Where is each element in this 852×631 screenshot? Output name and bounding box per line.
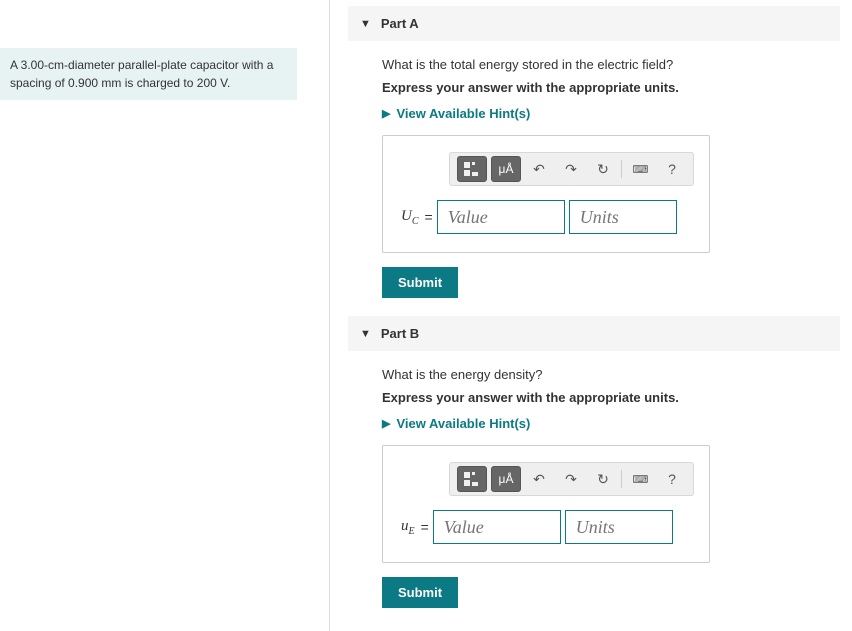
separator <box>621 160 622 178</box>
main-column: ▼ Part A What is the total energy stored… <box>330 0 852 631</box>
part-a-answer-box: μÅ ↶ ↷ ↻ ⌨ ? UC = <box>382 135 710 253</box>
template-picker-button[interactable] <box>457 156 487 182</box>
undo-button[interactable]: ↶ <box>525 156 553 182</box>
part-a-body: What is the total energy stored in the e… <box>348 57 840 316</box>
part-a-entry-row: UC = <box>401 200 691 234</box>
keyboard-button[interactable]: ⌨ <box>626 466 654 492</box>
separator <box>621 470 622 488</box>
equals-sign: = <box>421 519 429 535</box>
part-b-answer-box: μÅ ↶ ↷ ↻ ⌨ ? uE = <box>382 445 710 563</box>
part-a-title: Part A <box>381 16 419 31</box>
part-b-question: What is the energy density? <box>382 367 840 382</box>
left-column: A 3.00-cm-diameter parallel-plate capaci… <box>0 0 330 631</box>
part-b-units-input[interactable] <box>565 510 673 544</box>
part-a-value-input[interactable] <box>437 200 565 234</box>
undo-button[interactable]: ↶ <box>525 466 553 492</box>
expand-icon: ▶ <box>382 417 390 430</box>
help-button[interactable]: ? <box>658 156 686 182</box>
redo-button[interactable]: ↷ <box>557 466 585 492</box>
equals-sign: = <box>425 209 433 225</box>
part-a-submit-button[interactable]: Submit <box>382 267 458 298</box>
collapse-icon: ▼ <box>360 18 371 30</box>
part-b-entry-row: uE = <box>401 510 691 544</box>
part-b-body: What is the energy density? Express your… <box>348 367 840 626</box>
part-a-variable: UC <box>401 208 419 227</box>
part-a-hints-link[interactable]: ▶ View Available Hint(s) <box>382 106 530 121</box>
part-b-toolbar: μÅ ↶ ↷ ↻ ⌨ ? <box>449 462 694 496</box>
reset-button[interactable]: ↻ <box>589 156 617 182</box>
part-b-title: Part B <box>381 326 419 341</box>
units-button[interactable]: μÅ <box>491 466 521 492</box>
part-b-variable: uE <box>401 518 415 537</box>
part-a-units-input[interactable] <box>569 200 677 234</box>
part-b-value-input[interactable] <box>433 510 561 544</box>
part-b-instruction: Express your answer with the appropriate… <box>382 390 840 405</box>
help-button[interactable]: ? <box>658 466 686 492</box>
part-b-hints-link[interactable]: ▶ View Available Hint(s) <box>382 416 530 431</box>
template-picker-button[interactable] <box>457 466 487 492</box>
reset-button[interactable]: ↻ <box>589 466 617 492</box>
hints-label: View Available Hint(s) <box>396 106 530 121</box>
part-b-submit-button[interactable]: Submit <box>382 577 458 608</box>
part-a-header[interactable]: ▼ Part A <box>348 6 840 41</box>
collapse-icon: ▼ <box>360 328 371 340</box>
keyboard-button[interactable]: ⌨ <box>626 156 654 182</box>
part-b-header[interactable]: ▼ Part B <box>348 316 840 351</box>
part-a-toolbar: μÅ ↶ ↷ ↻ ⌨ ? <box>449 152 694 186</box>
part-a-instruction: Express your answer with the appropriate… <box>382 80 840 95</box>
units-button[interactable]: μÅ <box>491 156 521 182</box>
problem-statement: A 3.00-cm-diameter parallel-plate capaci… <box>0 48 297 100</box>
redo-button[interactable]: ↷ <box>557 156 585 182</box>
hints-label: View Available Hint(s) <box>396 416 530 431</box>
part-a-question: What is the total energy stored in the e… <box>382 57 840 72</box>
expand-icon: ▶ <box>382 107 390 120</box>
